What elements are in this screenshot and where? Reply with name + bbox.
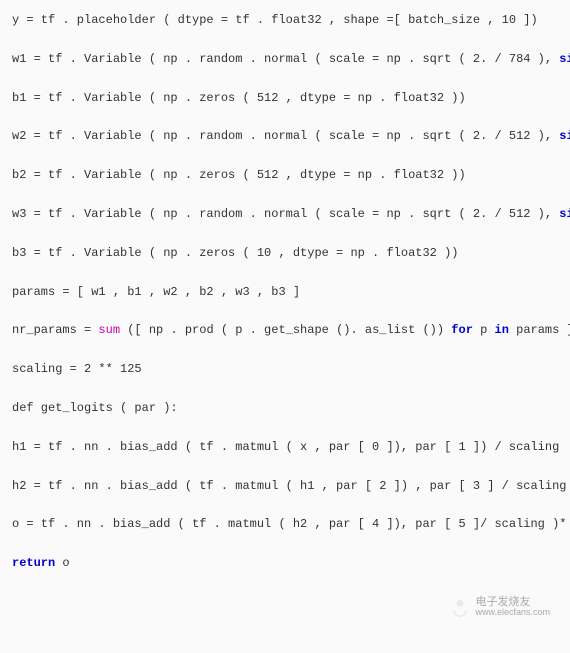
code-line: b3 = tf . Variable ( np . zeros ( 10 , d…: [12, 245, 558, 262]
code-line: y = tf . placeholder ( dtype = tf . floa…: [12, 12, 558, 29]
code-line: params = [ w1 , b1 , w2 , b2 , w3 , b3 ]: [12, 284, 558, 301]
code-token: b3 = tf . Variable ( np . zeros ( 10 , d…: [12, 246, 458, 260]
code-line: return o: [12, 555, 558, 572]
code-token: for: [451, 323, 473, 337]
code-token: return: [12, 556, 55, 570]
code-token: ([ np . prod ( p . get_shape (). as_list…: [120, 323, 451, 337]
code-line: b2 = tf . Variable ( np . zeros ( 512 , …: [12, 167, 558, 184]
code-token: o = tf . nn . bias_add ( tf . matmul ( h…: [12, 517, 570, 531]
code-token: in: [495, 323, 509, 337]
code-line: w1 = tf . Variable ( np . random . norma…: [12, 51, 558, 68]
code-token: p: [473, 323, 495, 337]
code-token: h1 = tf . nn . bias_add ( tf . matmul ( …: [12, 440, 559, 454]
code-token: b2 = tf . Variable ( np . zeros ( 512 , …: [12, 168, 466, 182]
code-token: nr_params =: [12, 323, 98, 337]
code-token: params = [ w1 , b1 , w2 , b2 , w3 , b3 ]: [12, 285, 300, 299]
code-token: size: [559, 129, 570, 143]
code-line: w3 = tf . Variable ( np . random . norma…: [12, 206, 558, 223]
code-token: size: [559, 52, 570, 66]
code-token: y = tf . placeholder ( dtype = tf . floa…: [12, 13, 538, 27]
code-token: def get_logits ( par ):: [12, 401, 178, 415]
code-token: sum: [98, 323, 120, 337]
code-line: o = tf . nn . bias_add ( tf . matmul ( h…: [12, 516, 558, 533]
code-token: scaling = 2 ** 125: [12, 362, 142, 376]
code-line: w2 = tf . Variable ( np . random . norma…: [12, 128, 558, 145]
code-token: o: [55, 556, 69, 570]
code-token: b1 = tf . Variable ( np . zeros ( 512 , …: [12, 91, 466, 105]
watermark: 电子发烧友 www.elecfans.com: [449, 596, 550, 618]
code-line: nr_params = sum ([ np . prod ( p . get_s…: [12, 322, 558, 339]
code-token: w1 = tf . Variable ( np . random . norma…: [12, 52, 559, 66]
code-line: scaling = 2 ** 125: [12, 361, 558, 378]
watermark-logo-icon: [449, 596, 471, 618]
code-token: size: [559, 207, 570, 221]
watermark-url: www.elecfans.com: [475, 608, 550, 618]
code-block: y = tf . placeholder ( dtype = tf . floa…: [12, 12, 558, 572]
code-token: h2 = tf . nn . bias_add ( tf . matmul ( …: [12, 479, 570, 493]
code-line: h2 = tf . nn . bias_add ( tf . matmul ( …: [12, 478, 558, 495]
code-line: def get_logits ( par ):: [12, 400, 558, 417]
code-line: b1 = tf . Variable ( np . zeros ( 512 , …: [12, 90, 558, 107]
code-token: params ]): [509, 323, 570, 337]
code-token: w3 = tf . Variable ( np . random . norma…: [12, 207, 559, 221]
code-token: w2 = tf . Variable ( np . random . norma…: [12, 129, 559, 143]
code-line: h1 = tf . nn . bias_add ( tf . matmul ( …: [12, 439, 558, 456]
